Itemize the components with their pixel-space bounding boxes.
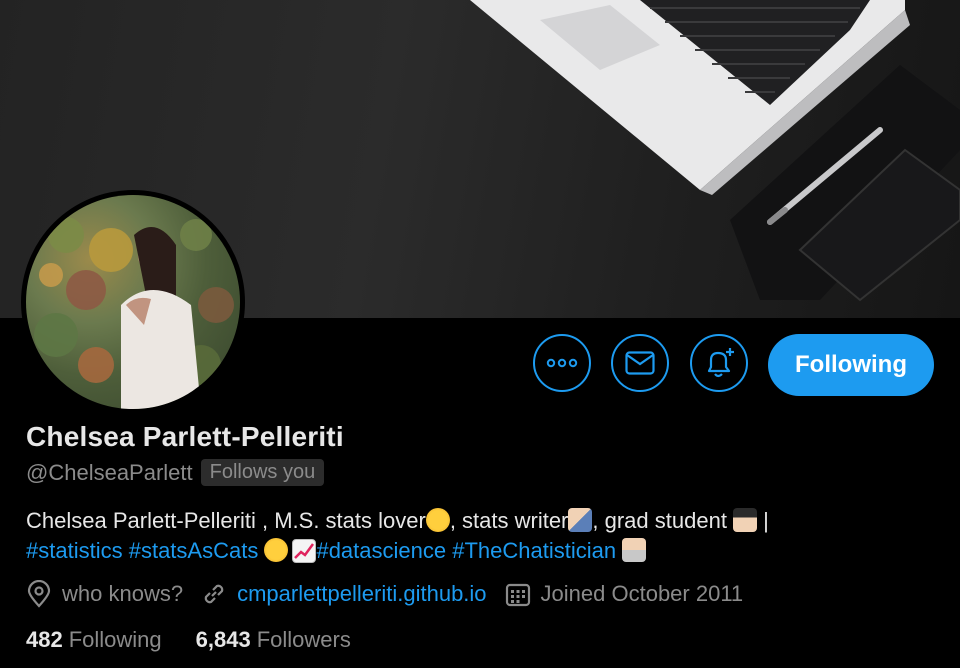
location-pin-icon	[27, 580, 51, 608]
followers-label: Followers	[256, 627, 351, 652]
join-date-text: Joined October 2011	[540, 581, 744, 606]
profile-handle: @ChelseaParlett	[26, 459, 193, 485]
avatar-photo	[26, 195, 240, 409]
website-link[interactable]: cmparlettpelleriti.github.io	[237, 581, 486, 607]
website[interactable]: cmparlettpelleriti.github.io	[201, 581, 487, 607]
profile-meta: who knows? cmparlettpelleriti.github.io …	[26, 580, 761, 608]
bio-text: Chelsea Parlett-Pelleriti , M.S. stats l…	[26, 508, 426, 533]
following-count: 482	[26, 627, 63, 652]
followers-stat[interactable]: 6,843 Followers	[196, 627, 351, 653]
bell-plus-icon	[707, 348, 734, 378]
bio-text: , grad student	[592, 508, 734, 533]
followers-count: 6,843	[195, 627, 251, 652]
envelope-icon	[625, 351, 655, 375]
profile-name: Chelsea Parlett-Pelleriti	[26, 421, 344, 452]
hashtag-link[interactable]: #datascience	[316, 538, 446, 563]
chart-increasing-emoji-icon	[292, 539, 317, 563]
hashtag-link[interactable]: #statistics	[26, 538, 123, 563]
hashtag-link[interactable]: #statsAsCats	[129, 538, 259, 563]
following-label: Following	[68, 627, 162, 652]
calendar-icon	[505, 583, 530, 607]
notifications-button[interactable]	[690, 334, 748, 392]
hugging-emoji-icon	[425, 508, 450, 532]
more-icon	[546, 358, 578, 368]
graduate-emoji-icon	[733, 508, 758, 532]
more-button[interactable]	[533, 334, 591, 392]
following-stat[interactable]: 482 Following	[26, 627, 162, 653]
profile-bio: Chelsea Parlett-Pelleriti , M.S. stats l…	[26, 506, 926, 566]
technologist-emoji-icon	[622, 538, 647, 562]
handle-row: @ChelseaParlett Follows you	[26, 459, 325, 486]
bio-text: |	[757, 508, 769, 533]
location-text: who knows?	[62, 581, 184, 606]
hashtag-link[interactable]: #TheChatistician	[452, 538, 616, 563]
following-button[interactable]: Following	[768, 334, 934, 396]
join-date: Joined October 2011	[505, 581, 744, 607]
message-button[interactable]	[611, 334, 669, 392]
writing-hand-emoji-icon	[568, 508, 593, 532]
follows-you-badge: Follows you	[200, 459, 325, 486]
link-icon	[204, 584, 224, 604]
cat-emoji-icon	[264, 538, 289, 562]
avatar[interactable]	[21, 190, 245, 414]
follow-stats: 482 Following 6,843 Followers	[26, 627, 385, 653]
bio-text: , stats writer	[449, 508, 569, 533]
location: who knows?	[26, 580, 183, 608]
